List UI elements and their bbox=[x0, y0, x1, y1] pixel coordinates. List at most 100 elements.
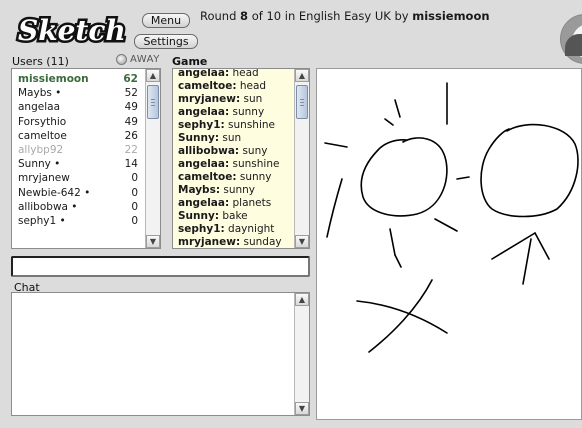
triangle-down-icon[interactable]: ▼ bbox=[295, 235, 309, 248]
guess-row: allibobwa: suny bbox=[173, 145, 309, 158]
triangle-up-icon[interactable]: ▲ bbox=[295, 69, 309, 82]
guess-text: daynight bbox=[224, 223, 275, 235]
user-score: 52 bbox=[124, 87, 138, 100]
user-row[interactable]: Maybs • 52 bbox=[12, 86, 160, 100]
game-label: Game bbox=[172, 55, 208, 68]
user-name: allybp92 bbox=[18, 143, 64, 156]
cross-stroke bbox=[368, 279, 433, 353]
drawing-canvas[interactable] bbox=[316, 68, 582, 420]
guess-row: sephy1: daynight bbox=[173, 223, 309, 236]
triangle-up-icon[interactable]: ▲ bbox=[295, 293, 309, 306]
game-guess-list: angelaa: head cameltoe: head mryjanew: sun… bbox=[172, 68, 310, 249]
user-score: 49 bbox=[124, 115, 138, 128]
user-row[interactable]: allibobwa • 0 bbox=[12, 200, 160, 214]
guess-text: sunshine bbox=[229, 158, 280, 170]
guess-input[interactable] bbox=[11, 256, 310, 277]
user-name: sephy1 • bbox=[18, 214, 66, 227]
round-of: of 10 in English Easy UK by bbox=[248, 9, 413, 23]
sun-ray bbox=[394, 254, 402, 268]
guess-row: Sunny: sun bbox=[173, 132, 309, 145]
user-row[interactable]: sephy1 • 0 bbox=[12, 214, 160, 228]
user-row[interactable]: cameltoe 26 bbox=[12, 129, 160, 143]
guess-text: sunny bbox=[236, 171, 272, 183]
guess-user: Sunny: bbox=[178, 210, 220, 222]
user-score: 62 bbox=[123, 73, 138, 85]
user-row[interactable]: mryjanew 0 bbox=[12, 171, 160, 185]
user-score: 26 bbox=[124, 129, 138, 142]
sun-ray bbox=[394, 99, 401, 118]
guess-user: sephy1: bbox=[178, 223, 225, 235]
sketch-logo-icon: Sketch bbox=[16, 12, 129, 50]
guess-text: sunny bbox=[220, 184, 256, 196]
left-sun-circle bbox=[360, 137, 448, 217]
round-host: missiemoon bbox=[412, 9, 490, 23]
round-prefix: Round bbox=[200, 9, 241, 23]
user-name: Newbie-642 • bbox=[18, 186, 91, 199]
user-name: Sunny • bbox=[18, 158, 61, 171]
guess-row: cameltoe: sunny bbox=[173, 171, 309, 184]
users-scrollbar[interactable]: ▲ ▼ bbox=[145, 69, 160, 248]
sun-ray bbox=[534, 232, 550, 260]
triangle-down-icon[interactable]: ▼ bbox=[295, 402, 309, 415]
guess-user: angelaa: bbox=[178, 158, 230, 170]
triangle-down-icon[interactable]: ▼ bbox=[146, 235, 160, 248]
sun-ray bbox=[389, 228, 396, 256]
user-score: 0 bbox=[131, 172, 138, 185]
guess-row: angelaa: head bbox=[173, 68, 309, 80]
user-name: allibobwa • bbox=[18, 200, 78, 213]
guess-text: head bbox=[229, 68, 259, 79]
user-row[interactable]: Newbie-642 • 0 bbox=[12, 186, 160, 200]
user-name: mryjanew bbox=[18, 172, 70, 185]
user-score: 14 bbox=[124, 158, 138, 171]
svg-text:Sketch: Sketch bbox=[18, 14, 126, 47]
user-row[interactable]: Forsythio 49 bbox=[12, 115, 160, 129]
user-row[interactable]: Sunny • 14 bbox=[12, 157, 160, 171]
sketch-drawing bbox=[324, 82, 579, 353]
guess-text: sunshine bbox=[224, 119, 275, 131]
game-scrollbar[interactable]: ▲ ▼ bbox=[294, 69, 309, 248]
user-name: cameltoe bbox=[18, 129, 67, 142]
guess-user: cameltoe: bbox=[178, 80, 237, 92]
guess-row: mryjanew: sunday bbox=[173, 236, 309, 248]
guess-user: mryjanew: bbox=[178, 236, 241, 248]
guess-text: suny bbox=[239, 145, 268, 157]
guess-text: head bbox=[236, 80, 267, 92]
chat-scrollbar[interactable]: ▲ ▼ bbox=[294, 293, 309, 415]
guess-row: angelaa: sunny bbox=[173, 106, 309, 119]
user-score: 0 bbox=[131, 186, 138, 199]
triangle-up-icon[interactable]: ▲ bbox=[146, 69, 160, 82]
guess-user: sephy1: bbox=[178, 119, 225, 131]
guess-text: bake bbox=[219, 210, 248, 222]
sun-ray bbox=[456, 176, 470, 180]
user-name: Maybs • bbox=[18, 87, 62, 100]
user-row[interactable]: angelaa 49 bbox=[12, 100, 160, 114]
guess-row: angelaa: sunshine bbox=[173, 158, 309, 171]
guess-text: planets bbox=[229, 197, 272, 209]
users-list: missiemoon 62 Maybs • 52 angelaa 49 Forsythio 4… bbox=[11, 68, 161, 249]
cross-stroke bbox=[356, 300, 448, 334]
user-score: 0 bbox=[131, 200, 138, 213]
game-scroll-thumb[interactable] bbox=[296, 85, 308, 119]
radio-circle-icon[interactable] bbox=[116, 54, 127, 65]
sun-ray bbox=[326, 178, 343, 238]
guess-text: sun bbox=[219, 132, 242, 144]
guess-user: angelaa: bbox=[178, 197, 230, 209]
user-row[interactable]: missiemoon 62 bbox=[12, 72, 160, 86]
away-toggle[interactable]: AWAY bbox=[116, 54, 160, 65]
guess-text: sun bbox=[240, 93, 263, 105]
menu-button[interactable]: Menu bbox=[142, 13, 190, 28]
users-label: Users (11) bbox=[12, 55, 69, 68]
users-scroll-thumb[interactable] bbox=[147, 85, 159, 119]
guess-text: sunday bbox=[240, 236, 282, 248]
user-name: Forsythio bbox=[18, 115, 67, 128]
round-info: Round 8 of 10 in English Easy UK by miss… bbox=[200, 9, 490, 23]
user-row[interactable]: allybp92 22 bbox=[12, 143, 160, 157]
chat-log: ▲ ▼ bbox=[11, 292, 310, 416]
user-name: angelaa bbox=[18, 101, 60, 114]
sun-ray bbox=[384, 118, 394, 126]
user-score: 22 bbox=[124, 143, 138, 156]
settings-button[interactable]: Settings bbox=[134, 34, 198, 49]
guess-row: cameltoe: head bbox=[173, 80, 309, 93]
right-sun-circle bbox=[480, 123, 579, 218]
guess-row: angelaa: planets bbox=[173, 197, 309, 210]
